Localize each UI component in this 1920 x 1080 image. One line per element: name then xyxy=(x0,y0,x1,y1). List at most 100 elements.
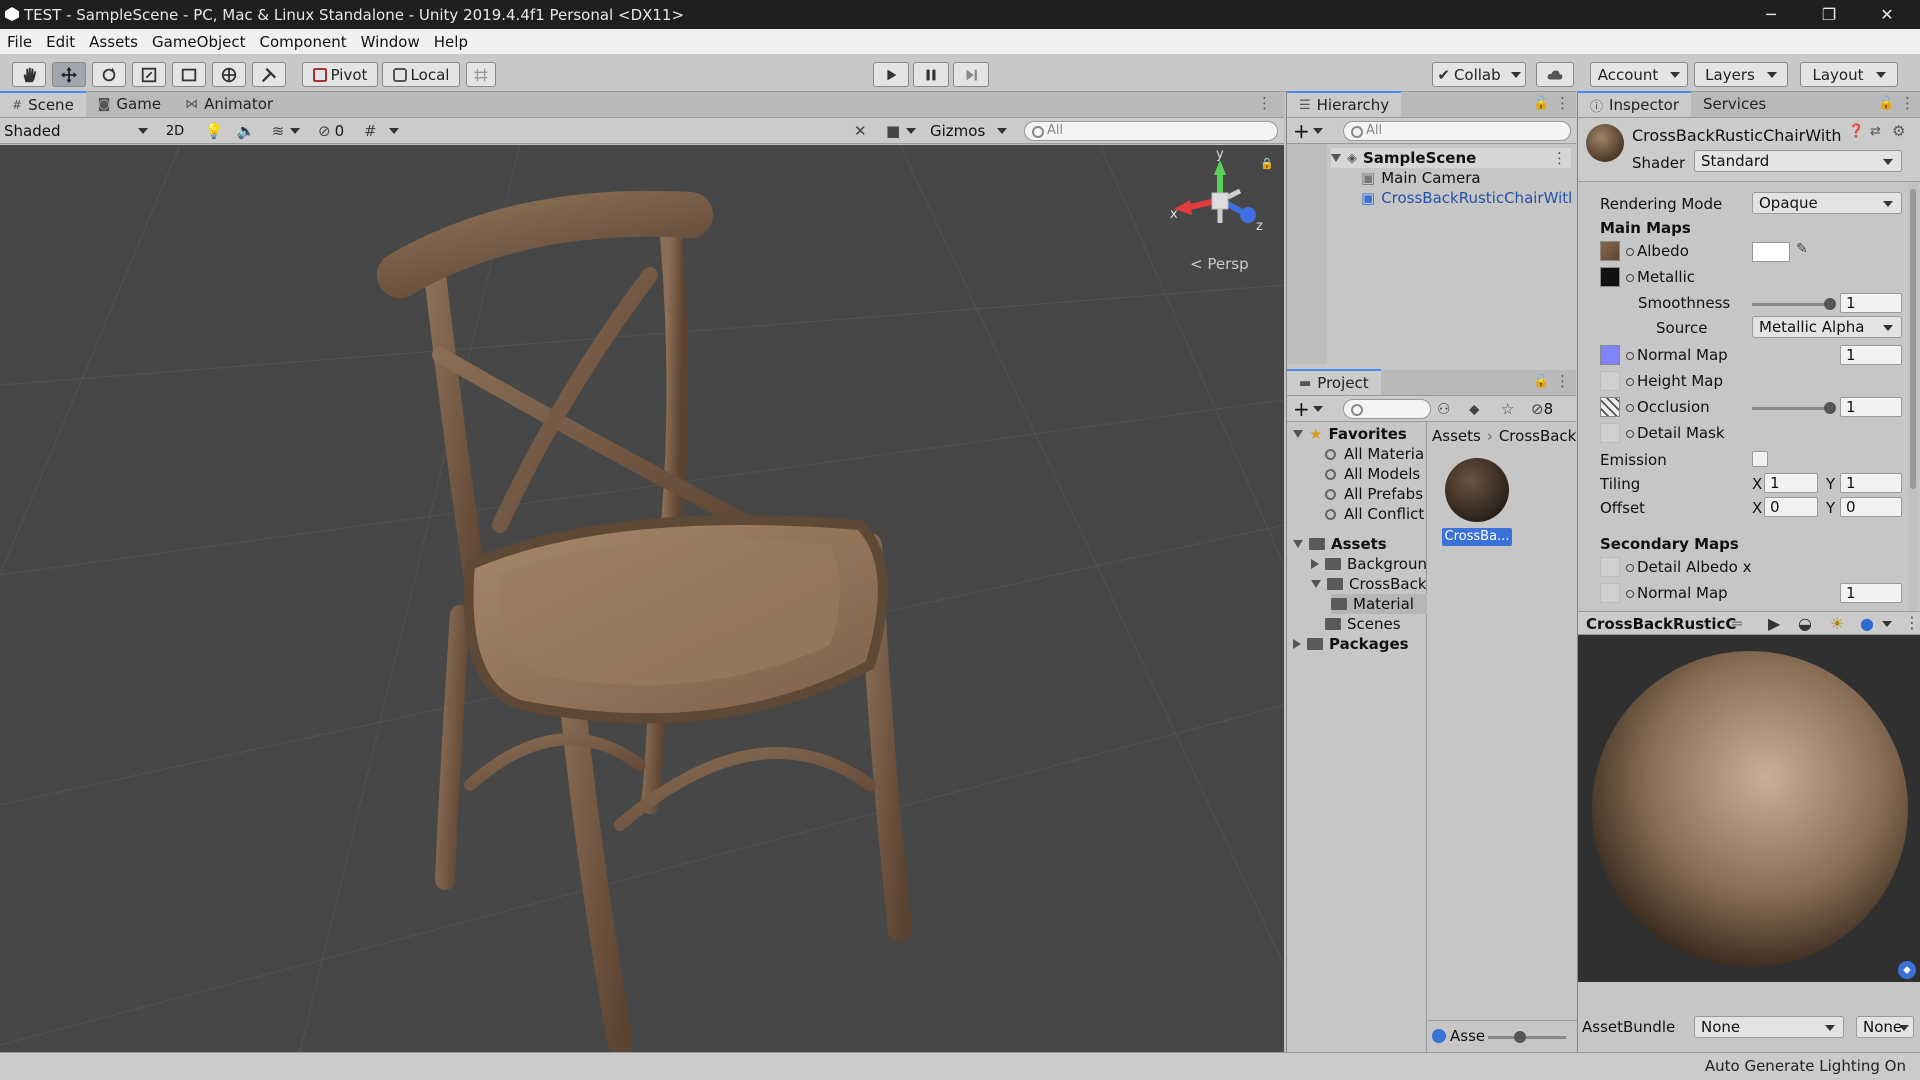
filter-by-type-button[interactable]: ⚇ xyxy=(1437,399,1459,419)
menu-gameobject[interactable]: GameObject xyxy=(145,33,253,51)
secondary-normal-input[interactable]: 1 xyxy=(1840,583,1902,603)
menu-component[interactable]: Component xyxy=(253,33,354,51)
play-button[interactable] xyxy=(873,62,909,87)
occlusion-slider-knob[interactable] xyxy=(1824,402,1836,414)
more-options-icon[interactable]: ⋮ xyxy=(1555,372,1570,390)
menu-assets[interactable]: Assets xyxy=(82,33,145,51)
occlusion-input[interactable]: 1 xyxy=(1840,397,1902,417)
offset-y-input[interactable]: 0 xyxy=(1840,497,1902,517)
lock-icon[interactable]: 🔓 xyxy=(1533,374,1549,389)
list-item[interactable]: All Models xyxy=(1325,464,1427,484)
favorite-button[interactable]: ☆ xyxy=(1501,399,1523,419)
preset-icon[interactable]: ⇄ xyxy=(1870,124,1881,139)
label-tag-icon[interactable]: ⬥ xyxy=(1898,961,1916,979)
scrollbar-thumb[interactable] xyxy=(1910,189,1916,489)
projection-toggle[interactable]: < Persp xyxy=(1190,255,1249,273)
height-map-texture-slot[interactable] xyxy=(1600,371,1620,391)
favorites-row[interactable]: ★ Favorites xyxy=(1293,424,1427,444)
smoothness-slider-knob[interactable] xyxy=(1824,298,1836,310)
maximize-button[interactable]: ❐ xyxy=(1800,0,1858,29)
tab-hierarchy[interactable]: ☰ Hierarchy xyxy=(1287,91,1402,117)
cloud-button[interactable] xyxy=(1536,62,1574,87)
close-button[interactable]: ✕ xyxy=(1858,0,1916,29)
hand-tool-button[interactable] xyxy=(12,62,46,87)
more-options-icon[interactable]: ⋮ xyxy=(1552,149,1567,167)
eyedropper-icon[interactable]: ✎ xyxy=(1796,241,1808,257)
tab-animator[interactable]: ⋈ Animator xyxy=(173,91,285,117)
hidden-packages-toggle[interactable]: ⊘ 8 xyxy=(1531,399,1571,419)
filter-by-label-button[interactable]: ⬥ xyxy=(1469,399,1491,419)
normal-map-texture-slot[interactable] xyxy=(1600,345,1620,365)
albedo-texture-slot[interactable] xyxy=(1600,241,1620,261)
hierarchy-search-input[interactable]: All xyxy=(1343,121,1571,141)
layout-dropdown[interactable]: Layout xyxy=(1800,62,1898,87)
collab-dropdown[interactable]: ✔ Collab xyxy=(1432,62,1526,87)
list-item[interactable]: Scenes xyxy=(1325,614,1427,634)
smoothness-slider[interactable] xyxy=(1752,303,1830,306)
step-button[interactable] xyxy=(953,62,989,87)
more-options-icon[interactable]: ⋮ xyxy=(1900,94,1915,112)
albedo-color-swatch[interactable] xyxy=(1752,242,1790,262)
list-item[interactable]: CrossBack xyxy=(1311,574,1427,594)
pause-button[interactable] xyxy=(913,62,949,87)
list-item[interactable]: All Conflict xyxy=(1325,504,1427,524)
tiling-x-input[interactable]: 1 xyxy=(1764,473,1818,493)
drag-handle-icon[interactable]: ═ xyxy=(1732,614,1742,633)
scale-tool-button[interactable] xyxy=(132,62,166,87)
create-dropdown[interactable]: + xyxy=(1293,397,1327,421)
list-item[interactable]: All Prefabs xyxy=(1325,484,1427,504)
tools-icon[interactable]: ✕ xyxy=(854,121,874,141)
tab-game[interactable]: ◙ Game xyxy=(86,91,173,117)
more-options-icon[interactable]: ⋮ xyxy=(1555,94,1570,112)
shader-dropdown[interactable]: Standard xyxy=(1694,150,1902,172)
offset-x-input[interactable]: 0 xyxy=(1764,497,1818,517)
material-asset[interactable]: CrossBa... xyxy=(1442,458,1512,548)
list-item[interactable]: ▣ Main Camera xyxy=(1361,168,1571,188)
metallic-texture-slot[interactable] xyxy=(1600,267,1620,287)
normal-scale-input[interactable]: 1 xyxy=(1840,345,1902,365)
orientation-gizmo[interactable]: y x z 🔒 xyxy=(1160,145,1280,265)
custom-tool-button[interactable] xyxy=(252,62,286,87)
tab-project[interactable]: ▬ Project xyxy=(1287,369,1381,395)
lock-icon[interactable]: 🔓 xyxy=(1878,96,1894,111)
secondary-normal-texture-slot[interactable] xyxy=(1600,583,1620,603)
rotate-tool-button[interactable] xyxy=(92,62,126,87)
detail-albedo-texture-slot[interactable] xyxy=(1600,557,1620,577)
icon-size-slider[interactable] xyxy=(1488,1036,1566,1039)
slider-knob[interactable] xyxy=(1514,1031,1526,1043)
assetbundle-variant-dropdown[interactable]: None xyxy=(1856,1016,1914,1038)
2d-toggle[interactable]: 2D xyxy=(160,121,190,141)
more-options-icon[interactable]: ⋮ xyxy=(1257,94,1272,112)
list-item[interactable]: All Materia xyxy=(1325,444,1427,464)
inspector-scrollbar[interactable] xyxy=(1908,183,1918,611)
list-item[interactable]: Backgroun xyxy=(1311,554,1427,574)
scene-viewport[interactable]: y x z 🔒 < Persp xyxy=(0,145,1284,1052)
shading-mode-dropdown[interactable]: Shaded xyxy=(4,121,150,141)
pivot-toggle[interactable]: Pivot xyxy=(302,62,378,87)
transform-tool-button[interactable] xyxy=(212,62,246,87)
emission-checkbox[interactable] xyxy=(1752,451,1768,467)
minimize-button[interactable]: ─ xyxy=(1742,0,1800,29)
breadcrumb-item[interactable]: CrossBack xyxy=(1499,427,1577,445)
lighting-toggle[interactable]: 💡 xyxy=(204,121,224,141)
menu-file[interactable]: File xyxy=(0,33,39,51)
local-toggle[interactable]: Local xyxy=(382,62,460,87)
tiling-y-input[interactable]: 1 xyxy=(1840,473,1902,493)
material-preview[interactable]: ⬥ xyxy=(1578,635,1920,982)
lock-icon[interactable]: 🔓 xyxy=(1533,96,1549,111)
project-search-input[interactable] xyxy=(1343,399,1431,419)
play-icon[interactable]: ▶ xyxy=(1768,614,1780,633)
grid-dropdown[interactable]: # xyxy=(364,121,410,141)
occlusion-texture-slot[interactable] xyxy=(1600,397,1620,417)
rect-tool-button[interactable] xyxy=(172,62,206,87)
move-tool-button[interactable] xyxy=(52,62,86,87)
help-icon[interactable]: ❓ xyxy=(1848,124,1864,139)
preview-shape-icon[interactable]: ● xyxy=(1860,614,1874,633)
tab-services[interactable]: Services xyxy=(1691,91,1778,117)
tab-scene[interactable]: # Scene xyxy=(0,91,86,117)
tab-inspector[interactable]: ⓘ Inspector xyxy=(1578,91,1691,117)
effects-dropdown[interactable]: ≋ xyxy=(268,121,304,141)
list-item[interactable]: ▣ CrossBackRusticChairWith xyxy=(1361,188,1571,208)
gear-icon[interactable]: ⚙ xyxy=(1892,122,1905,140)
menu-edit[interactable]: Edit xyxy=(39,33,82,51)
